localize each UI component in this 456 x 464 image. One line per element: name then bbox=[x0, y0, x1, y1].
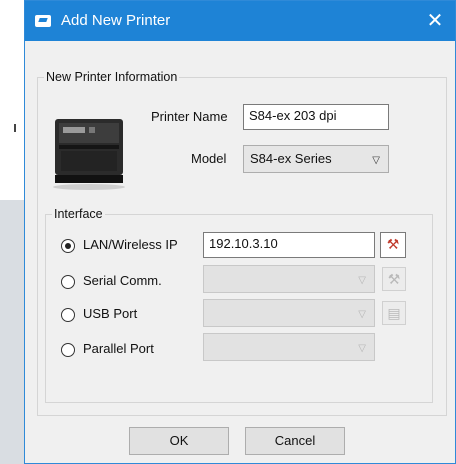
dialog-title: Add New Printer bbox=[61, 12, 171, 29]
interface-legend: Interface bbox=[54, 207, 103, 221]
tools-icon: ⚒ bbox=[387, 271, 401, 287]
radio-serial-comm-label: Serial Comm. bbox=[83, 273, 162, 288]
background-window bbox=[0, 200, 24, 464]
new-printer-info-legend: New Printer Information bbox=[46, 70, 178, 84]
ok-button[interactable]: OK bbox=[129, 427, 229, 455]
radio-parallel-port-label: Parallel Port bbox=[83, 341, 154, 356]
add-new-printer-dialog: Add New Printer ✕ New Printer Informatio… bbox=[24, 0, 456, 464]
document-settings-icon: ▤ bbox=[387, 305, 401, 321]
close-button[interactable]: ✕ bbox=[421, 7, 449, 35]
serial-port-select[interactable]: ▽ bbox=[203, 265, 375, 293]
model-label: Model bbox=[191, 151, 227, 166]
chevron-down-icon: ▽ bbox=[358, 275, 366, 286]
chevron-down-icon: ▽ bbox=[358, 343, 366, 354]
radio-serial-comm[interactable] bbox=[61, 275, 75, 289]
lan-settings-button[interactable]: ⚒ bbox=[380, 232, 406, 258]
radio-parallel-port[interactable] bbox=[61, 343, 75, 357]
chevron-down-icon: ▽ bbox=[372, 155, 380, 166]
title-bar: Add New Printer ✕ bbox=[25, 1, 455, 41]
parallel-port-select[interactable]: ▽ bbox=[203, 333, 375, 361]
usb-settings-button[interactable]: ▤ bbox=[382, 301, 406, 325]
serial-settings-button[interactable]: ⚒ bbox=[382, 267, 406, 291]
radio-lan-wireless-label: LAN/Wireless IP bbox=[83, 237, 178, 252]
background-text-fragment bbox=[14, 124, 16, 132]
tools-icon: ⚒ bbox=[386, 236, 400, 252]
radio-usb-port-label: USB Port bbox=[83, 306, 138, 321]
model-select[interactable]: S84-ex Series ▽ bbox=[243, 145, 389, 173]
ip-address-input[interactable]: 192.10.3.10 bbox=[203, 232, 375, 258]
radio-usb-port[interactable] bbox=[61, 308, 75, 322]
radio-lan-wireless[interactable] bbox=[61, 239, 75, 253]
printer-name-label: Printer Name bbox=[151, 109, 228, 124]
printer-app-icon bbox=[35, 15, 51, 27]
printer-image bbox=[53, 119, 125, 190]
chevron-down-icon: ▽ bbox=[358, 309, 366, 320]
cancel-button[interactable]: Cancel bbox=[245, 427, 345, 455]
model-select-value: S84-ex Series bbox=[250, 151, 332, 166]
usb-port-select[interactable]: ▽ bbox=[203, 299, 375, 327]
printer-name-input[interactable]: S84-ex 203 dpi bbox=[243, 104, 389, 130]
